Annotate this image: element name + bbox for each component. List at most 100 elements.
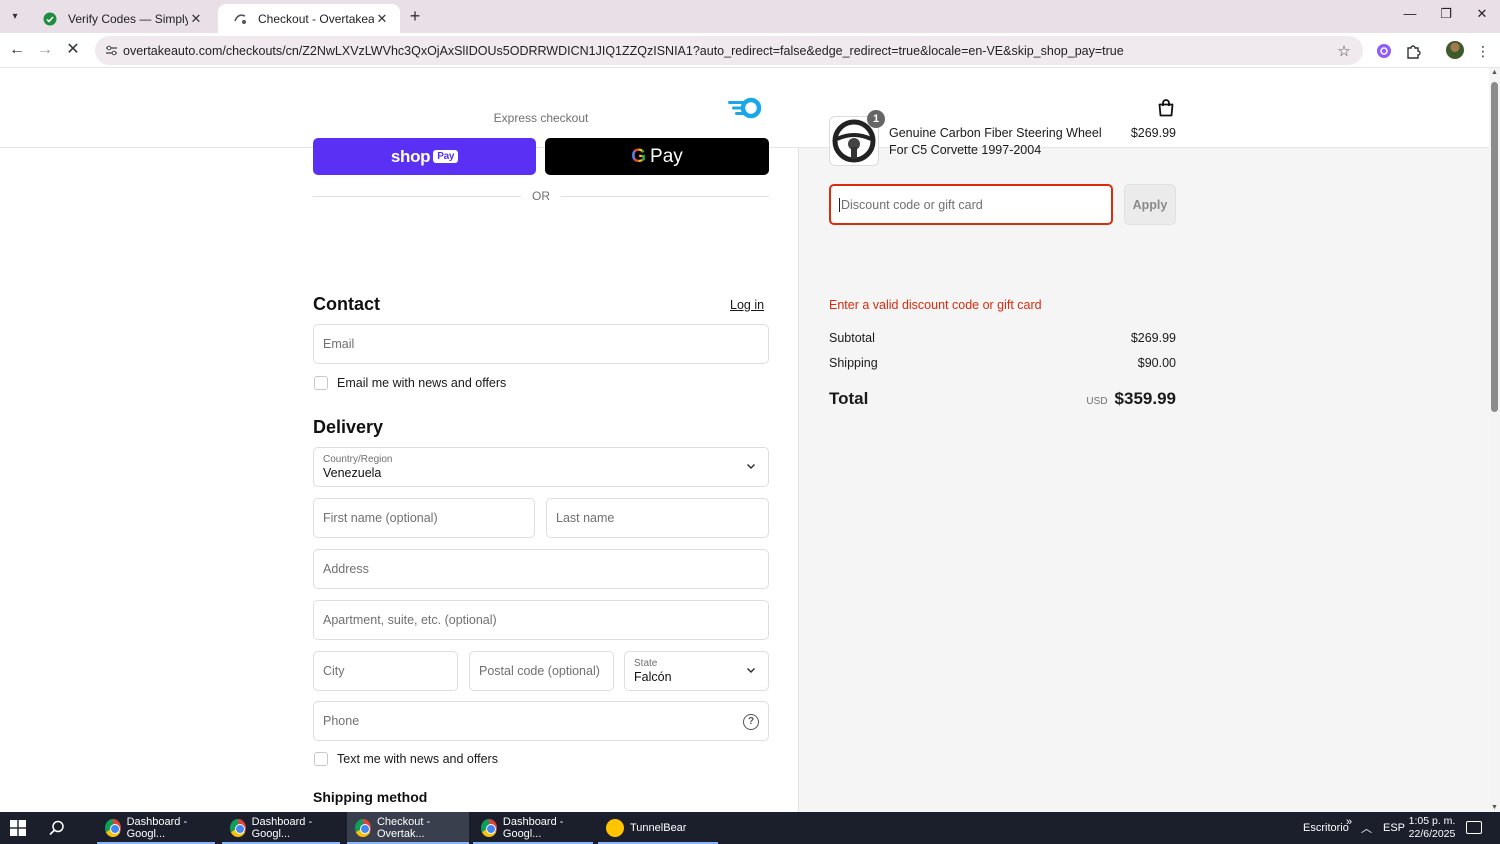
or-divider: OR (313, 189, 769, 203)
currency-code: USD (1086, 396, 1108, 407)
shop-pay-label: shop (390, 146, 431, 166)
site-header (0, 68, 1489, 148)
newsletter-checkbox-row[interactable]: Email me with news and offers (314, 376, 506, 390)
extension-icon[interactable] (1374, 41, 1394, 61)
shop-pay-badge: Pay (433, 150, 459, 163)
tab-checkout[interactable]: Checkout - Overtakeauto ✕ (218, 4, 400, 33)
postal-code-field[interactable]: Postal code (optional) (469, 651, 614, 691)
address-placeholder: Address (323, 562, 369, 576)
scroll-up-arrow-icon[interactable]: ▲ (1490, 69, 1499, 76)
apply-discount-button[interactable]: Apply (1124, 184, 1176, 225)
discount-code-input[interactable]: Discount code or gift card (829, 184, 1113, 225)
tab-title: Verify Codes — SimplyCodes (68, 11, 188, 26)
windows-start-icon[interactable] (10, 820, 26, 836)
toolbar-overflow-icon[interactable]: » (1346, 806, 1352, 838)
desktop-toolbar-label[interactable]: Escritorio (1303, 812, 1349, 844)
profile-avatar[interactable] (1446, 41, 1464, 59)
taskbar-app-tunnelbear[interactable]: TunnelBear (598, 812, 718, 844)
close-tab-icon[interactable]: ✕ (188, 11, 204, 27)
city-placeholder: City (323, 664, 345, 678)
browser-menu-icon[interactable]: ⋮ (1473, 41, 1493, 61)
scrollbar-thumb[interactable] (1491, 82, 1498, 412)
bookmark-star-icon[interactable]: ☆ (1333, 42, 1355, 60)
shopping-bag-icon[interactable] (1156, 98, 1176, 118)
forward-arrow-icon[interactable]: → (34, 40, 56, 62)
address-field[interactable]: Address (313, 549, 769, 589)
apartment-placeholder: Apartment, suite, etc. (optional) (323, 613, 497, 627)
email-field[interactable]: Email (313, 324, 769, 364)
stop-loading-icon[interactable]: ✕ (62, 40, 84, 62)
page-scrollbar[interactable]: ▲ ▼ (1489, 68, 1500, 812)
taskbar-app-chrome[interactable]: Dashboard - Googl... (97, 812, 215, 844)
help-circle-icon[interactable]: ? (743, 714, 759, 730)
divider-line (561, 196, 769, 197)
total-value: $359.99 (1114, 389, 1176, 408)
close-window-icon[interactable]: ✕ (1467, 6, 1497, 26)
simplycodes-favicon-icon (42, 11, 58, 27)
close-tab-icon[interactable]: ✕ (374, 11, 390, 27)
taskbar-app-label: Dashboard - Googl... (502, 816, 564, 840)
sms-checkbox[interactable] (314, 752, 328, 766)
clock-date: 22/6/2025 (1408, 828, 1456, 840)
browser-toolbar: ← → ✕ overtakeauto.com/checkouts/cn/Z2Nw… (0, 33, 1500, 68)
clock-time: 1:05 p. m. (1408, 815, 1456, 827)
last-name-field[interactable]: Last name (546, 498, 769, 538)
login-link[interactable]: Log in (730, 298, 764, 312)
sms-checkbox-row[interactable]: Text me with news and offers (314, 752, 498, 766)
phone-field[interactable]: Phone ? (313, 701, 769, 741)
order-summary-panel (798, 148, 1489, 812)
taskbar-app-chrome[interactable]: Dashboard - Googl... (473, 812, 593, 844)
windows-taskbar: Dashboard - Googl... Dashboard - Googl..… (0, 812, 1500, 844)
product-price: $269.99 (1130, 126, 1176, 140)
tab-simplycodes[interactable]: Verify Codes — SimplyCodes ✕ (28, 4, 214, 33)
taskbar-app-chrome-active[interactable]: Checkout - Overtak... (347, 812, 469, 844)
subtotal-label: Subtotal (829, 331, 875, 345)
express-checkout-title: Express checkout (493, 111, 589, 125)
restore-icon[interactable]: ❐ (1431, 6, 1461, 26)
first-name-field[interactable]: First name (optional) (313, 498, 535, 538)
minimize-icon[interactable]: — (1395, 6, 1425, 26)
new-tab-button[interactable]: + (404, 6, 426, 28)
browser-tab-bar: ▾ Verify Codes — SimplyCodes ✕ Checkout … (0, 0, 1500, 33)
phone-placeholder: Phone (323, 714, 360, 728)
shipping-label: Shipping (829, 356, 878, 370)
tray-expand-chevron-icon[interactable]: ︿ (1361, 812, 1372, 844)
extensions-puzzle-icon[interactable] (1403, 41, 1423, 61)
scroll-down-arrow-icon[interactable]: ▼ (1490, 804, 1499, 811)
apartment-field[interactable]: Apartment, suite, etc. (optional) (313, 600, 769, 640)
delivery-heading: Delivery (313, 417, 384, 437)
country-select[interactable]: Country/Region Venezuela (313, 447, 769, 487)
email-placeholder: Email (323, 337, 355, 351)
discount-error-message: Enter a valid discount code or gift card (829, 298, 1042, 312)
address-bar[interactable]: overtakeauto.com/checkouts/cn/Z2NwLXVzLW… (95, 36, 1363, 65)
newsletter-label: Email me with news and offers (337, 376, 507, 390)
system-clock[interactable]: 1:05 p. m. 22/6/2025 (1400, 815, 1464, 841)
product-name: Genuine Carbon Fiber Steering Wheel For … (889, 126, 1102, 157)
notifications-icon[interactable] (1466, 821, 1482, 834)
taskbar-search-icon[interactable] (48, 819, 66, 837)
shipping-method-heading: Shipping method (313, 789, 428, 805)
loading-favicon-icon (232, 11, 248, 27)
chrome-icon (355, 819, 371, 837)
chrome-icon (105, 819, 121, 837)
tab-search-button[interactable]: ▾ (4, 5, 26, 27)
postal-code-placeholder: Postal code (optional) (479, 664, 600, 678)
chevron-down-icon (746, 667, 756, 674)
taskbar-app-label: TunnelBear (630, 822, 687, 834)
chevron-down-icon (746, 463, 756, 470)
url-text[interactable]: overtakeauto.com/checkouts/cn/Z2NwLXVzLW… (123, 44, 1333, 58)
state-select[interactable]: State Falcón (624, 651, 769, 691)
back-arrow-icon[interactable]: ← (6, 40, 28, 62)
tab-title: Checkout - Overtakeauto (258, 11, 374, 26)
google-pay-button[interactable]: G Pay (545, 138, 769, 175)
contact-heading: Contact (313, 294, 380, 314)
newsletter-checkbox[interactable] (314, 376, 328, 390)
site-info-icon[interactable] (103, 43, 119, 59)
taskbar-app-chrome[interactable]: Dashboard - Googl... (222, 812, 340, 844)
shop-pay-button[interactable]: shop Pay (313, 138, 536, 175)
total-label: Total (829, 389, 869, 408)
taskbar-app-label: Dashboard - Googl... (126, 816, 188, 840)
sms-label: Text me with news and offers (337, 752, 498, 766)
city-field[interactable]: City (313, 651, 458, 691)
total-row: Total USD $359.99 (829, 389, 1176, 409)
